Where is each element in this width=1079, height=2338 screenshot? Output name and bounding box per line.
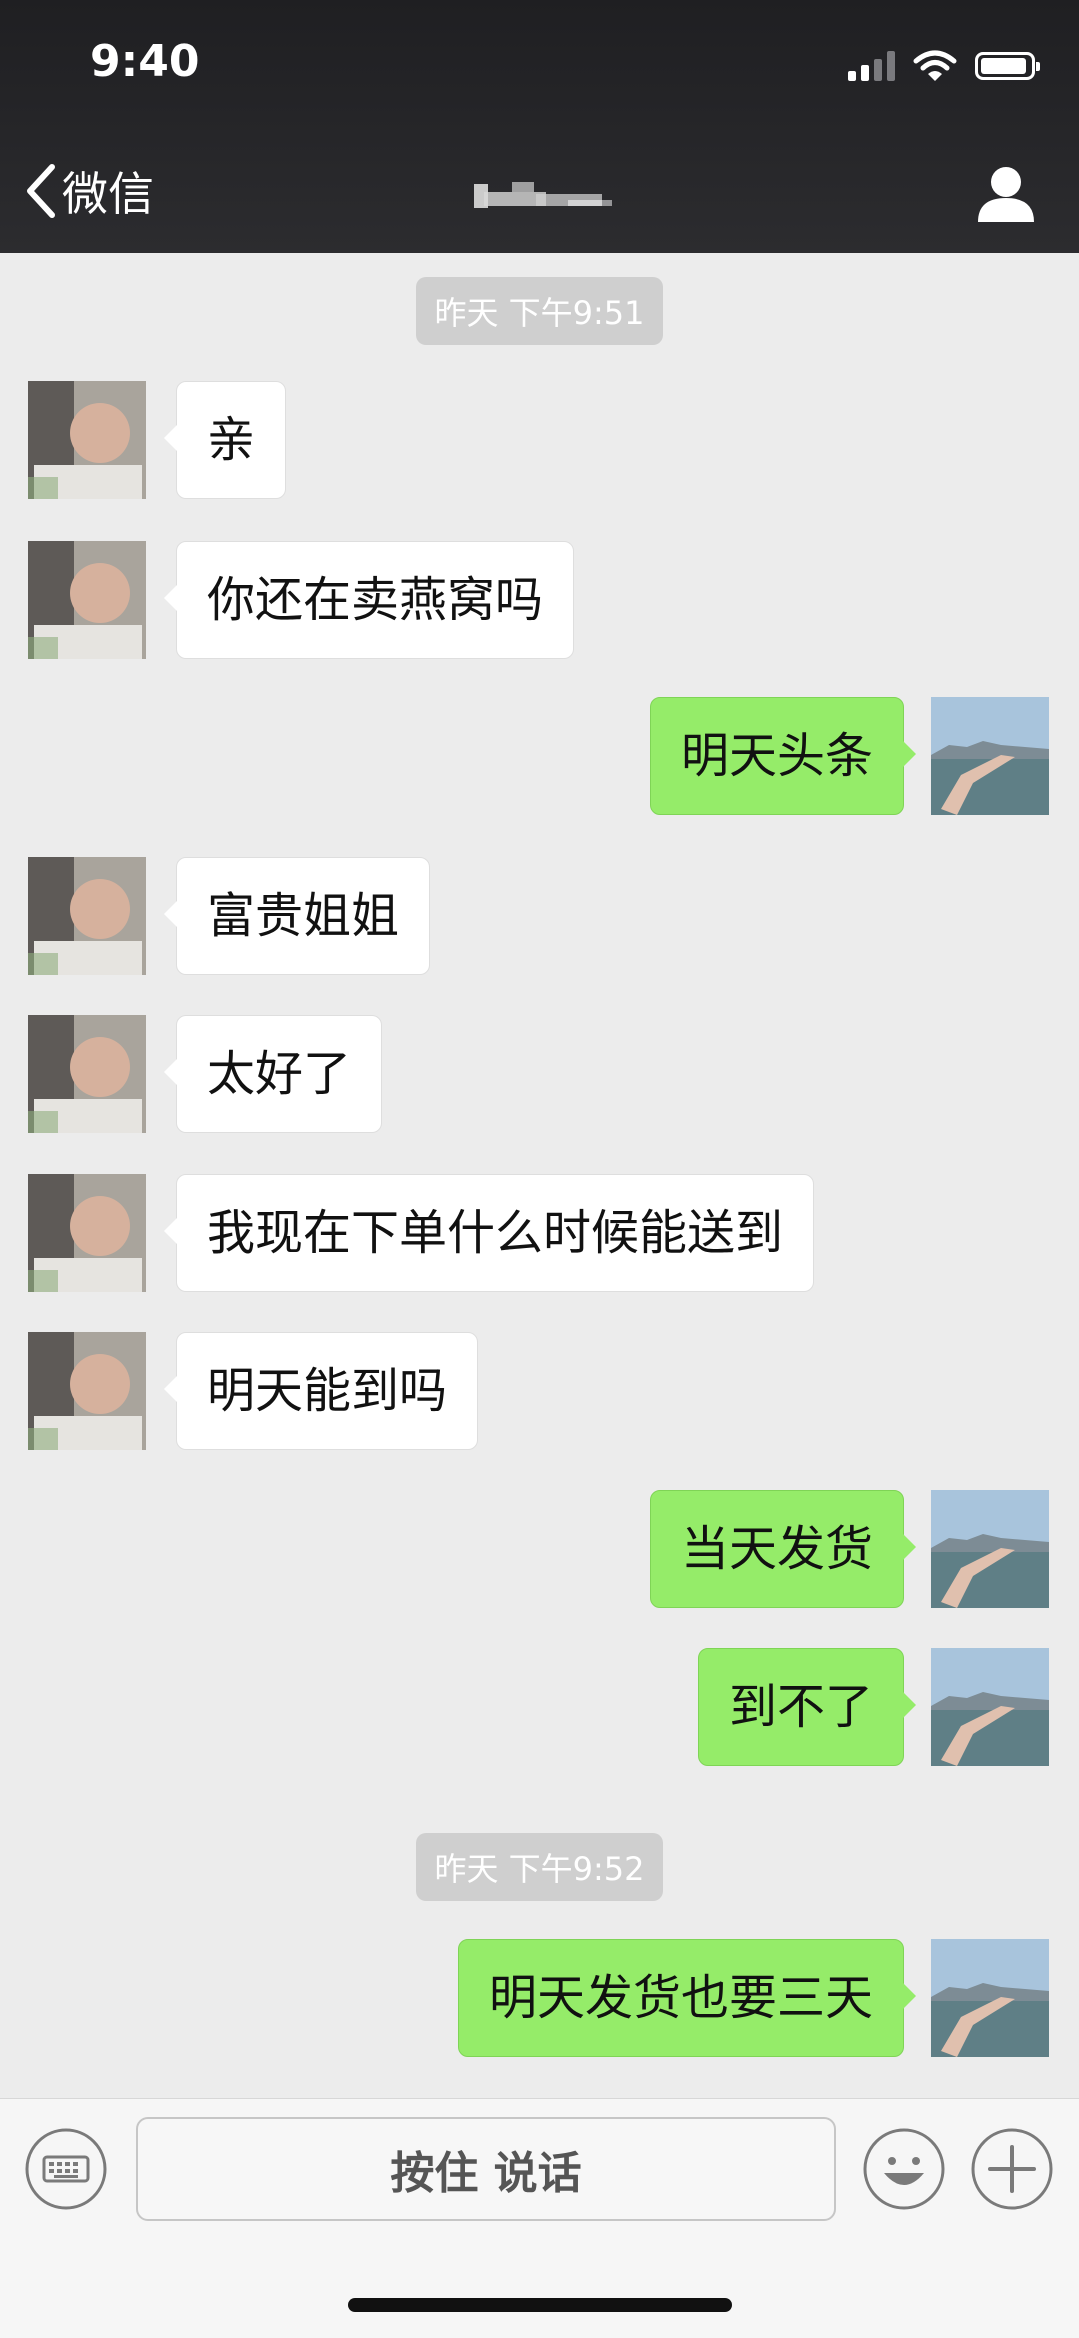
contact-avatar[interactable] [28,541,146,659]
message-bubble-incoming[interactable]: 太好了 [163,1015,383,1133]
message-bubble-outgoing[interactable]: 当天发货 [649,1490,917,1608]
timestamp: 昨天 下午9:51 [0,277,1079,345]
signal-icon [848,51,895,81]
back-button[interactable]: 微信 [24,158,154,224]
message-bubble-outgoing[interactable]: 明天头条 [649,697,917,815]
message-bubble-incoming[interactable]: 亲 [163,381,287,499]
message-bubble-incoming[interactable]: 富贵姐姐 [163,857,431,975]
message-bubble-outgoing[interactable]: 到不了 [697,1648,917,1766]
contact-avatar[interactable] [28,1332,146,1450]
wifi-icon [913,50,957,81]
message-row-incoming: 你还在卖燕窝吗 [0,541,1079,661]
message-bubble-incoming[interactable]: 明天能到吗 [163,1332,479,1450]
top-bar: 9:40 微信 [0,0,1079,253]
input-bar: 按住 说话 [0,2098,1079,2240]
home-indicator[interactable] [348,2298,732,2312]
message-bubble-incoming[interactable]: 我现在下单什么时候能送到 [163,1174,815,1292]
message-row-outgoing: 到不了 [0,1648,1079,1768]
message-row-incoming: 明天能到吗 [0,1332,1079,1452]
chat-area[interactable]: 昨天 下午9:51 亲 你还在卖燕窝吗 明天头条 富贵姐姐 太好了 我现在下单什… [0,253,1079,2098]
status-time: 9:40 [90,36,200,87]
message-row-outgoing: 当天发货 [0,1490,1079,1610]
contact-avatar[interactable] [28,1015,146,1133]
contact-avatar[interactable] [28,1174,146,1292]
hold-to-talk-button[interactable]: 按住 说话 [136,2117,836,2221]
chevron-left-icon [27,164,55,218]
plus-icon[interactable] [970,2127,1054,2211]
my-avatar[interactable] [931,697,1049,815]
timestamp: 昨天 下午9:52 [0,1833,1079,1901]
message-row-incoming: 太好了 [0,1015,1079,1135]
timestamp-text: 昨天 下午9:52 [416,1833,663,1901]
contact-avatar[interactable] [28,381,146,499]
person-icon[interactable] [973,160,1039,226]
timestamp-text: 昨天 下午9:51 [416,277,663,345]
my-avatar[interactable] [931,1939,1049,2057]
battery-icon [975,52,1040,80]
my-avatar[interactable] [931,1648,1049,1766]
back-label: 微信 [62,167,154,221]
message-row-outgoing: 明天发货也要三天 [0,1939,1079,2059]
contact-avatar[interactable] [28,857,146,975]
my-avatar[interactable] [931,1490,1049,1608]
chat-title-redacted [474,182,612,208]
message-bubble-incoming[interactable]: 你还在卖燕窝吗 [163,541,575,659]
emoji-icon[interactable] [862,2127,946,2211]
status-icons [848,46,1040,86]
bottom-safe-area [0,2240,1079,2338]
message-row-incoming: 亲 [0,381,1079,501]
message-row-outgoing: 明天头条 [0,697,1079,817]
message-row-incoming: 富贵姐姐 [0,857,1079,977]
message-bubble-outgoing[interactable]: 明天发货也要三天 [457,1939,917,2057]
keyboard-icon[interactable] [24,2127,108,2211]
message-row-incoming: 我现在下单什么时候能送到 [0,1174,1079,1294]
